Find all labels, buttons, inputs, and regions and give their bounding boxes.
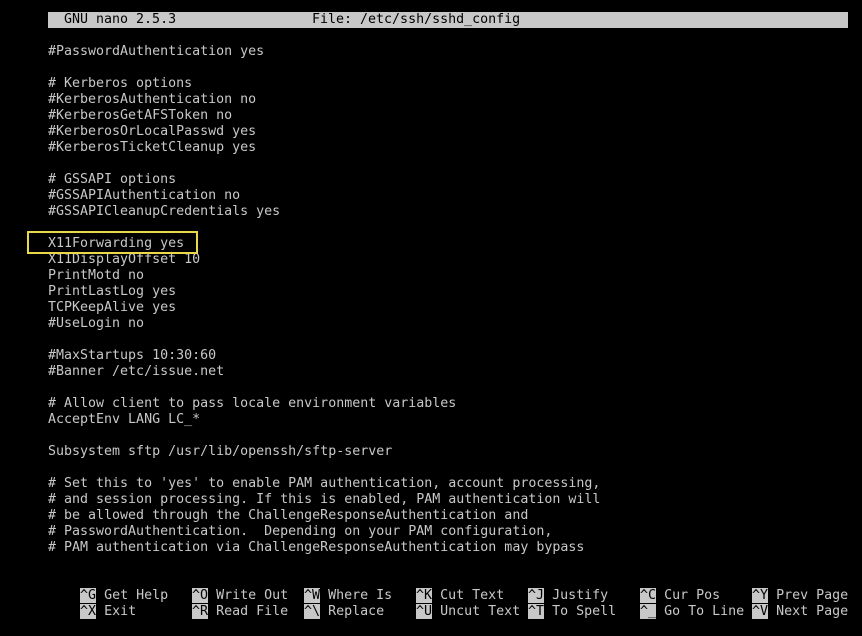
shortcut-key: ^V [752, 604, 769, 619]
editor-line[interactable]: #KerberosTicketCleanup yes [48, 140, 848, 156]
shortcut-cut-text[interactable]: ^K Cut Text [384, 572, 504, 603]
editor-line[interactable]: #GSSAPICleanupCredentials yes [48, 204, 848, 220]
editor-line[interactable] [48, 460, 848, 476]
shortcut-label: Next Page [776, 604, 849, 619]
x11-forwarding-highlight [27, 231, 198, 254]
editor-line[interactable]: Subsystem sftp /usr/lib/openssh/sftp-ser… [48, 444, 848, 460]
editor-line[interactable]: #GSSAPIAuthentication no [48, 188, 848, 204]
shortcut-label: To Spell [552, 604, 617, 619]
editor-text-area[interactable]: #PasswordAuthentication yes # Kerberos o… [48, 44, 848, 556]
editor-line[interactable]: # GSSAPI options [48, 172, 848, 188]
shortcut-prev-page[interactable]: ^Y Prev Page [720, 572, 848, 603]
shortcut-where-is[interactable]: ^W Where Is [272, 572, 392, 603]
shortcut-label: Exit [104, 604, 137, 619]
shortcut-to-spell[interactable]: ^T To Spell [496, 588, 616, 619]
shortcut-key: ^X [80, 604, 97, 619]
editor-line[interactable]: PrintMotd no [48, 268, 848, 284]
editor-line[interactable]: AcceptEnv LANG LC_* [48, 412, 848, 428]
editor-line[interactable]: #Banner /etc/issue.net [48, 364, 848, 380]
editor-line[interactable] [48, 60, 848, 76]
editor-line[interactable]: # PAM authentication via ChallengeRespon… [48, 540, 848, 556]
editor-line[interactable]: #MaxStartups 10:30:60 [48, 348, 848, 364]
file-name: File: /etc/ssh/sshd_config [312, 12, 521, 27]
app-name: GNU nano 2.5.3 [64, 12, 177, 27]
editor-line[interactable] [48, 332, 848, 348]
shortcut-key: ^U [416, 604, 433, 619]
editor-line[interactable]: # be allowed through the ChallengeRespon… [48, 508, 848, 524]
shortcut-label: Replace [328, 604, 385, 619]
editor-line[interactable] [48, 428, 848, 444]
shortcut-justify[interactable]: ^J Justify [496, 572, 608, 603]
shortcut-get-help[interactable]: ^G Get Help [48, 572, 168, 603]
shortcut-write-out[interactable]: ^O Write Out [160, 572, 288, 603]
editor-line[interactable]: # Allow client to pass locale environmen… [48, 396, 848, 412]
nano-title-bar: GNU nano 2.5.3 File: /etc/ssh/sshd_confi… [48, 12, 848, 28]
shortcut-key: ^T [528, 604, 545, 619]
editor-line[interactable] [48, 156, 848, 172]
shortcut-bar: ^G Get Help ^O Write Out ^W Where Is ^K … [48, 572, 848, 619]
editor-line[interactable]: X11DisplayOffset 10 [48, 252, 848, 268]
editor-line[interactable]: #KerberosAuthentication no [48, 92, 848, 108]
editor-line[interactable]: # PasswordAuthentication. Depending on y… [48, 524, 848, 540]
shortcut-key: ^R [192, 604, 209, 619]
editor-line[interactable]: PrintLastLog yes [48, 284, 848, 300]
editor-line[interactable]: #KerberosOrLocalPasswd yes [48, 124, 848, 140]
shortcut-key: ^\ [304, 604, 321, 619]
editor-line[interactable]: #PasswordAuthentication yes [48, 44, 848, 60]
editor-line[interactable]: # Set this to 'yes' to enable PAM authen… [48, 476, 848, 492]
shortcut-cur-pos[interactable]: ^C Cur Pos [608, 572, 720, 603]
editor-line[interactable]: TCPKeepAlive yes [48, 300, 848, 316]
shortcut-replace[interactable]: ^\ Replace [272, 588, 384, 619]
editor-line[interactable]: #UseLogin no [48, 316, 848, 332]
editor-line[interactable] [48, 380, 848, 396]
editor-line[interactable]: # and session processing. If this is ena… [48, 492, 848, 508]
editor-line[interactable]: #KerberosGetAFSToken no [48, 108, 848, 124]
shortcut-exit[interactable]: ^X Exit [48, 588, 136, 619]
shortcut-next-page[interactable]: ^V Next Page [720, 588, 848, 619]
editor-line[interactable]: # Kerberos options [48, 76, 848, 92]
shortcut-key: ^_ [640, 604, 657, 619]
shortcut-read-file[interactable]: ^R Read File [160, 588, 288, 619]
